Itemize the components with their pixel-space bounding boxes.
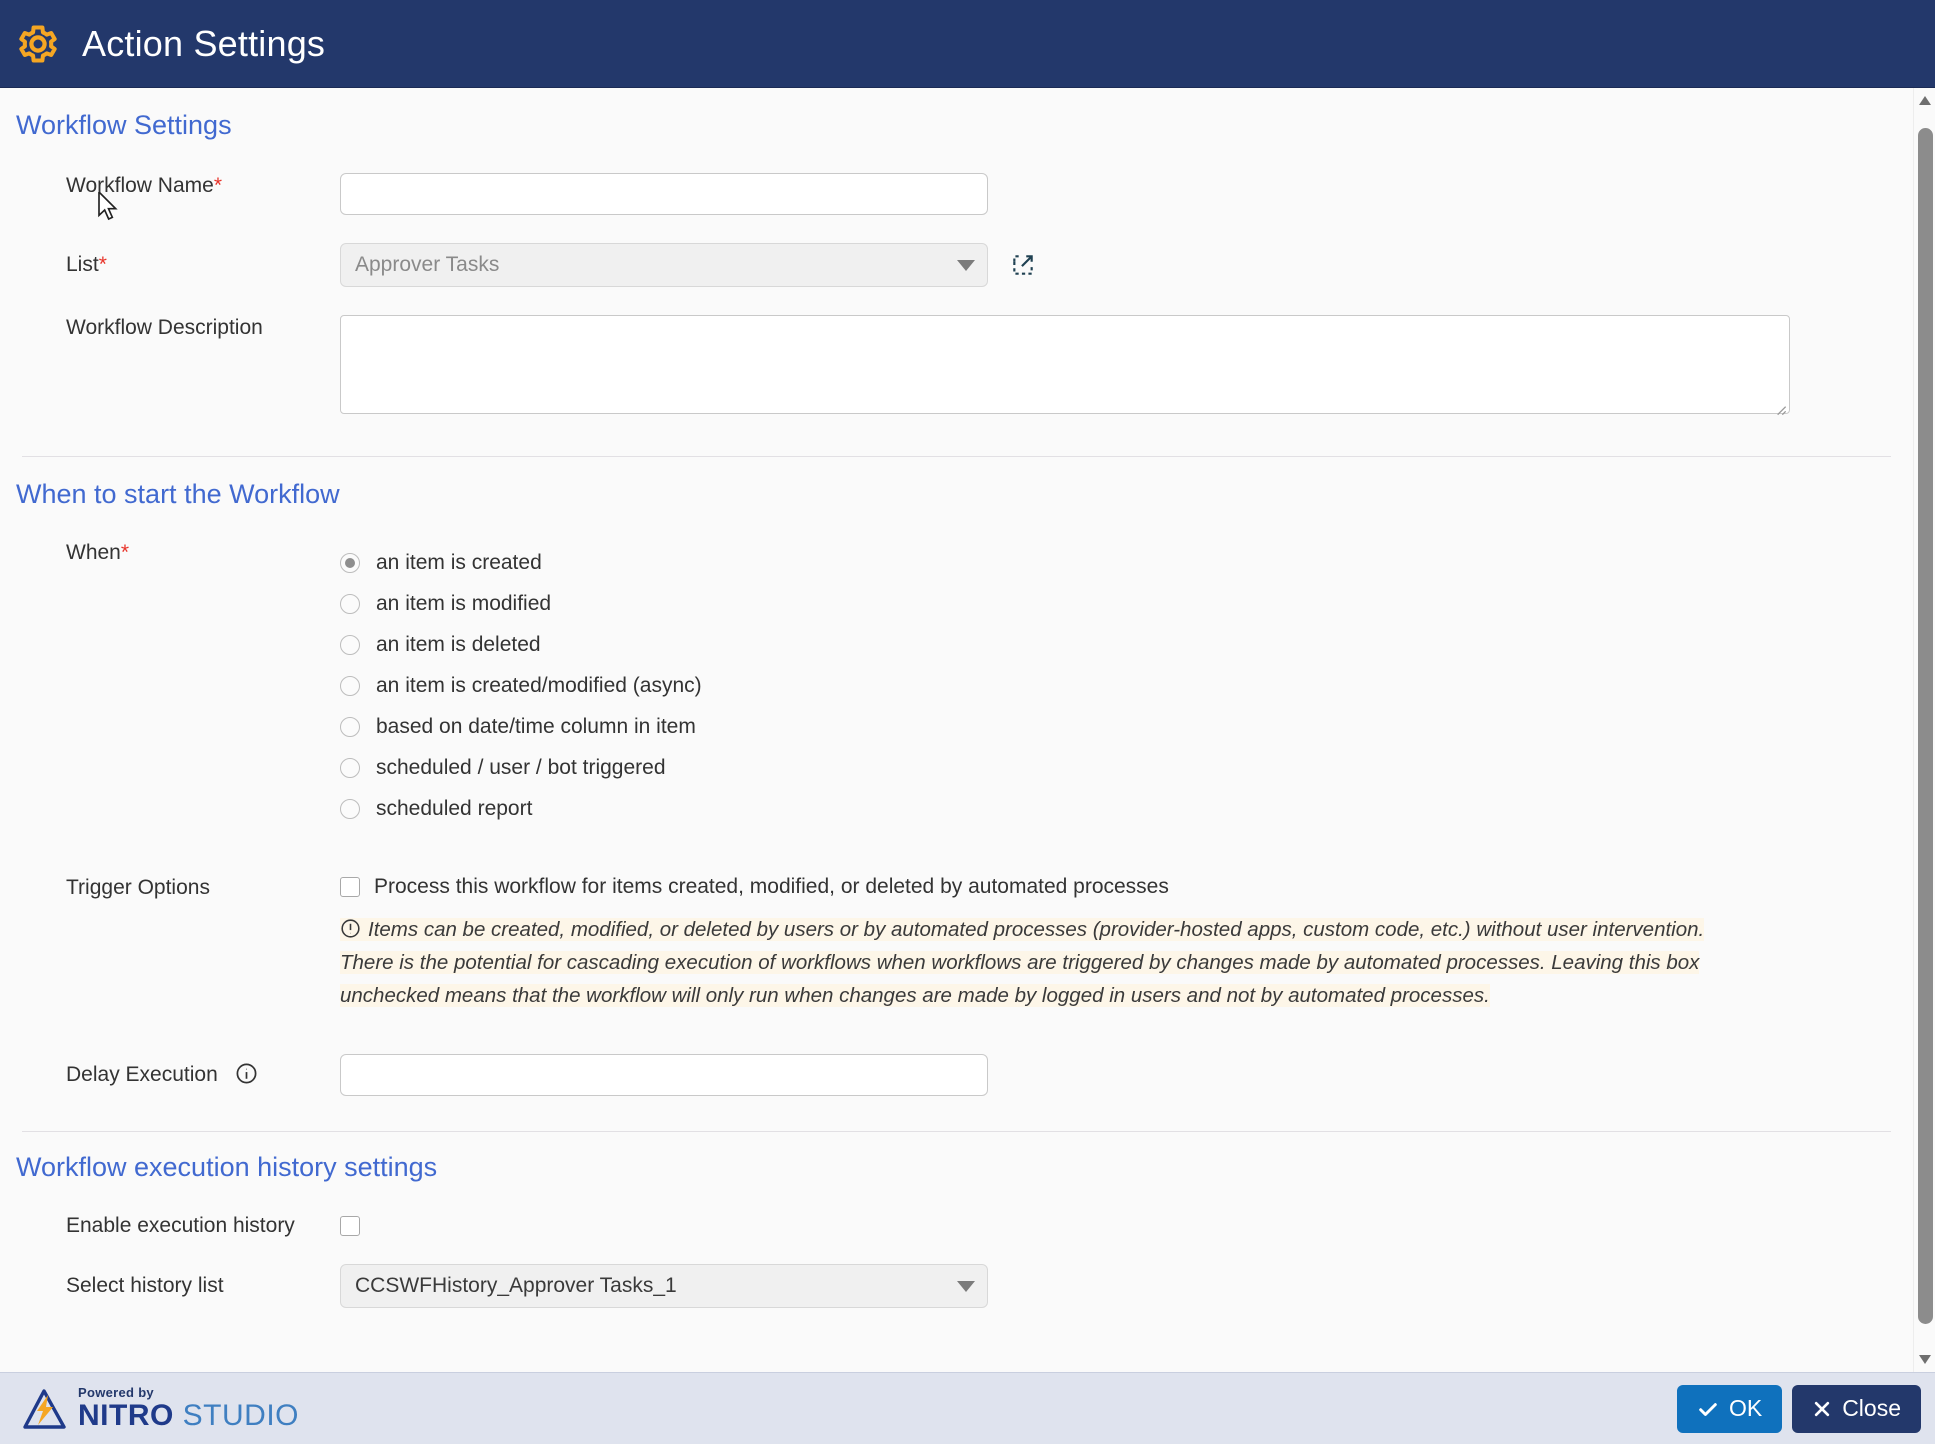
trigger-options-note: Items can be created, modified, or delet… [340, 913, 1730, 1012]
radio-button[interactable] [340, 552, 360, 573]
required-asterisk: * [120, 541, 130, 564]
footer-buttons: OK Close [1676, 1384, 1921, 1433]
radio-label: an item is created [376, 550, 542, 574]
settings-form: Workflow Settings Workflow Name* List* A… [0, 88, 1913, 1372]
select-history-list-dropdown[interactable]: CCSWFHistory_Approver Tasks_1 [340, 1264, 988, 1308]
radio-option[interactable]: an item is deleted [340, 624, 702, 665]
when-radio-group: an item is created an item is modified a… [340, 540, 702, 829]
vertical-scrollbar[interactable] [1913, 88, 1935, 1372]
radio-option[interactable]: scheduled report [340, 788, 702, 829]
radio-label: based on date/time column in item [376, 714, 696, 738]
section-title-workflow-settings: Workflow Settings [16, 110, 232, 140]
field-row-workflow-description: Workflow Description [0, 315, 1913, 419]
trigger-options-label: Trigger Options [66, 876, 210, 899]
field-row-enable-history: Enable execution history [0, 1213, 1913, 1239]
radio-button[interactable] [340, 634, 360, 655]
info-circle-icon[interactable] [235, 1062, 258, 1085]
radio-label: an item is created/modified (async) [376, 673, 702, 697]
workflow-description-textarea[interactable] [340, 315, 1790, 414]
radio-label: an item is modified [376, 591, 552, 615]
scrollbar-thumb[interactable] [1918, 128, 1933, 1324]
list-select[interactable]: Approver Tasks [340, 243, 988, 287]
check-icon [1699, 1402, 1717, 1416]
dialog-footer: Powered by NITRO STUDIO OK Close [0, 1372, 1935, 1444]
close-button[interactable]: Close [1792, 1384, 1921, 1433]
enable-execution-history-checkbox[interactable] [340, 1216, 360, 1236]
radio-button[interactable] [340, 757, 360, 778]
external-link-icon [1013, 255, 1033, 275]
field-row-list: List* Approver Tasks [0, 243, 1913, 287]
radio-option[interactable]: an item is created [340, 542, 702, 583]
page-title: Action Settings [82, 22, 326, 64]
gear-icon [16, 22, 60, 66]
delay-execution-input[interactable] [340, 1054, 988, 1096]
workflow-name-label: Workflow Name* [66, 174, 222, 197]
enable-execution-history-label: Enable execution history [66, 1214, 295, 1237]
nitro-studio-logo: Powered by NITRO STUDIO [22, 1386, 299, 1431]
chevron-down-icon [957, 1280, 975, 1292]
field-row-when: When* an item is created an item is modi… [0, 540, 1913, 829]
radio-label: scheduled / user / bot triggered [376, 755, 666, 779]
ok-button-label: OK [1728, 1395, 1763, 1421]
trigger-options-note-text: Items can be created, modified, or delet… [340, 918, 1705, 1007]
ok-button[interactable]: OK [1676, 1384, 1783, 1433]
list-label: List* [66, 253, 107, 276]
action-settings-dialog: Action Settings Workflow Settings Workfl… [0, 0, 1935, 1444]
brand-name: NITRO STUDIO [78, 1399, 299, 1432]
trigger-options-checkbox-label: Process this workflow for items created,… [374, 875, 1169, 898]
nitro-bolt-logo-icon [23, 1388, 66, 1429]
close-x-icon [1815, 1401, 1830, 1416]
radio-option[interactable]: based on date/time column in item [340, 706, 702, 747]
trigger-options-checkbox-row[interactable]: Process this workflow for items created,… [340, 875, 1730, 899]
required-asterisk: * [213, 174, 222, 197]
dialog-titlebar: Action Settings [0, 0, 1935, 88]
brand-nitro: NITRO [78, 1399, 174, 1432]
radio-label: scheduled report [376, 796, 533, 820]
radio-option[interactable]: an item is created/modified (async) [340, 665, 702, 706]
radio-button[interactable] [340, 798, 360, 819]
chevron-down-icon [957, 259, 975, 271]
radio-option[interactable]: an item is modified [340, 583, 702, 624]
scroll-up-arrow-icon[interactable] [1914, 90, 1935, 112]
section-title-when-to-start: When to start the Workflow [16, 479, 340, 509]
when-label: When* [66, 541, 130, 564]
workflow-description-label: Workflow Description [66, 316, 263, 339]
scroll-down-arrow-icon[interactable] [1914, 1348, 1935, 1370]
select-history-list-value: CCSWFHistory_Approver Tasks_1 [355, 1274, 677, 1297]
open-list-button[interactable] [1010, 252, 1036, 278]
workflow-name-input[interactable] [340, 173, 988, 215]
radio-option[interactable]: scheduled / user / bot triggered [340, 747, 702, 788]
field-row-select-history-list: Select history list CCSWFHistory_Approve… [0, 1264, 1913, 1308]
field-row-workflow-name: Workflow Name* [0, 173, 1913, 215]
radio-button[interactable] [340, 716, 360, 737]
section-title-history-settings: Workflow execution history settings [16, 1152, 438, 1182]
field-row-delay-execution: Delay Execution [0, 1054, 1913, 1096]
warning-circle-icon [341, 919, 360, 938]
field-row-trigger-options: Trigger Options Process this workflow fo… [0, 875, 1913, 1012]
powered-by-label: Powered by [78, 1385, 154, 1400]
brand-studio: STUDIO [173, 1399, 299, 1432]
radio-button[interactable] [340, 593, 360, 614]
dialog-body: Workflow Settings Workflow Name* List* A… [0, 88, 1935, 1372]
required-asterisk: * [98, 253, 107, 276]
list-select-value: Approver Tasks [355, 253, 500, 276]
delay-execution-label: Delay Execution [0, 1062, 340, 1088]
close-button-label: Close [1842, 1395, 1901, 1421]
radio-label: an item is deleted [376, 632, 541, 656]
radio-button[interactable] [340, 675, 360, 696]
select-history-list-label: Select history list [66, 1274, 224, 1297]
trigger-options-checkbox[interactable] [340, 877, 360, 897]
